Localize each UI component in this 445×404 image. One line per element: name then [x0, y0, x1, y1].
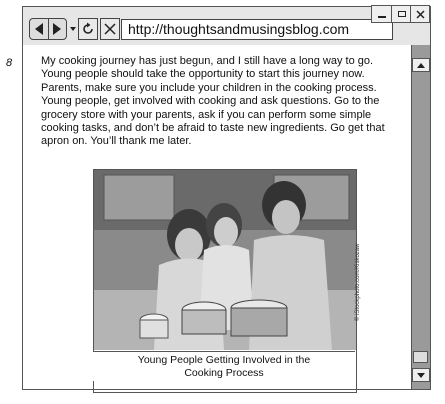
- stop-icon: [104, 23, 116, 35]
- back-button[interactable]: [30, 19, 48, 39]
- refresh-icon: [83, 22, 93, 34]
- minimize-button[interactable]: [371, 5, 393, 23]
- scroll-up-button[interactable]: [412, 58, 430, 72]
- browser-toolbar: http://thoughtsandmusingsblog.com: [23, 5, 430, 46]
- caption-line-2: Cooking Process: [184, 366, 264, 379]
- scroll-down-icon: [417, 372, 425, 378]
- close-icon: [415, 9, 425, 19]
- caption-line-1: Young People Getting Involved in the: [137, 354, 311, 366]
- refresh-button[interactable]: [78, 18, 98, 40]
- scroll-up-icon: [417, 62, 425, 68]
- scroll-thumb[interactable]: [413, 351, 428, 363]
- scroll-down-button[interactable]: [412, 368, 430, 382]
- maximize-icon: [398, 11, 406, 17]
- stop-button[interactable]: [100, 18, 120, 40]
- blog-paragraph: My cooking journey has just begun, and I…: [41, 55, 385, 148]
- vertical-scrollbar[interactable]: [411, 45, 430, 389]
- page-number: 8: [6, 57, 13, 69]
- dropdown-icon[interactable]: [70, 27, 76, 31]
- forward-button[interactable]: [47, 19, 67, 39]
- page-content: My cooking journey has just begun, and I…: [23, 45, 411, 393]
- close-button[interactable]: [410, 5, 430, 23]
- photo-caption: Young People Getting Involved in the Coo…: [93, 351, 355, 381]
- address-bar[interactable]: http://thoughtsandmusingsblog.com: [121, 19, 393, 40]
- photo-credit: © iStockphoto.com/Kiskozaw: [355, 243, 361, 321]
- photo-image: [94, 170, 356, 350]
- nav-buttons: [29, 18, 67, 40]
- back-icon: [34, 23, 43, 35]
- forward-icon: [53, 23, 62, 35]
- minimize-icon: [378, 15, 386, 18]
- browser-window: http://thoughtsandmusingsblog.com My coo…: [22, 5, 431, 393]
